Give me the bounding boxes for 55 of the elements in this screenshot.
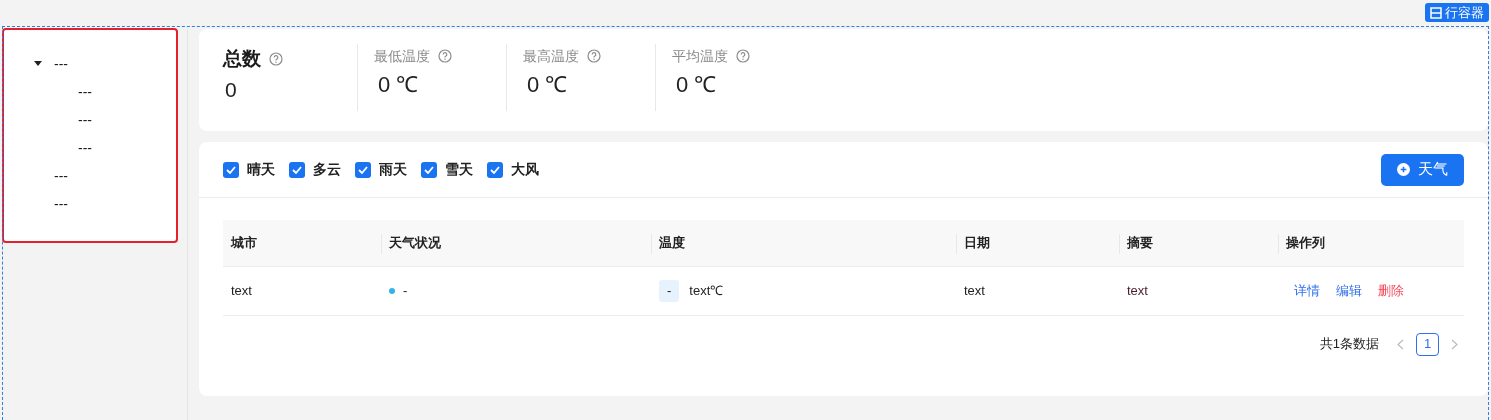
column-header: 城市 xyxy=(231,234,257,253)
table-cell: text xyxy=(964,283,985,299)
checkbox-label[interactable]: 雨天 xyxy=(379,159,407,180)
stat-label: 最高温度 xyxy=(523,46,579,66)
tree-item[interactable]: --- xyxy=(78,81,92,103)
checkbox-label[interactable]: 大风 xyxy=(511,159,539,180)
checkbox[interactable] xyxy=(223,161,239,178)
checkbox-label[interactable]: 雪天 xyxy=(445,159,473,180)
help-icon[interactable] xyxy=(736,49,750,63)
action-link[interactable]: 删除 xyxy=(1378,281,1404,301)
table-cell: text xyxy=(1127,283,1148,299)
tree-item[interactable]: --- xyxy=(78,137,92,159)
stat-value: 0 ℃ xyxy=(377,71,420,99)
checkmark-icon xyxy=(424,165,434,174)
tree-item[interactable]: --- xyxy=(78,109,92,131)
stat-value: 0 ℃ xyxy=(526,71,569,99)
tree-item[interactable]: --- xyxy=(54,165,68,187)
checkbox-label[interactable]: 晴天 xyxy=(247,159,275,180)
checkmark-icon xyxy=(292,165,302,174)
action-link[interactable]: 详情 xyxy=(1294,281,1320,301)
checkbox[interactable] xyxy=(355,161,371,178)
checkmark-icon xyxy=(226,165,236,174)
page-button[interactable]: 1 xyxy=(1416,332,1439,356)
column-header: 温度 xyxy=(659,234,685,253)
total-count: 共1条数据 xyxy=(1319,335,1379,354)
column-header: 操作列 xyxy=(1286,234,1325,253)
help-icon[interactable] xyxy=(587,49,601,63)
table-cell-text: - xyxy=(403,282,408,301)
table-cell-text: text℃ xyxy=(689,282,724,301)
help-icon[interactable] xyxy=(269,52,283,66)
checkbox[interactable] xyxy=(289,161,305,178)
column-header: 天气状况 xyxy=(389,234,441,253)
column-header: 日期 xyxy=(964,234,990,253)
stat-label: 总数 xyxy=(223,46,261,71)
checkmark-icon xyxy=(358,165,368,174)
temperature-tag: - xyxy=(659,280,680,302)
layout-icon xyxy=(1430,6,1442,19)
stat-label: 最低温度 xyxy=(374,46,430,66)
caret-icon[interactable] xyxy=(34,61,42,67)
stat-value: 0 xyxy=(224,77,238,103)
checkmark-icon xyxy=(490,165,500,174)
row-container-badge: 行容器 xyxy=(1425,3,1489,22)
action-link[interactable]: 编辑 xyxy=(1336,281,1362,301)
tree-item[interactable]: --- xyxy=(54,53,68,75)
stat-value: 0 ℃ xyxy=(675,71,718,99)
checkbox-label[interactable]: 多云 xyxy=(313,159,341,180)
checkbox[interactable] xyxy=(421,161,437,178)
stat-label: 平均温度 xyxy=(672,46,728,66)
table-cell: text xyxy=(231,283,252,299)
tree-item[interactable]: --- xyxy=(54,193,68,215)
column-header: 摘要 xyxy=(1127,234,1153,253)
plus-circle-icon xyxy=(1397,163,1410,176)
help-icon[interactable] xyxy=(438,49,452,63)
add-weather-button[interactable]: 天气 xyxy=(1381,153,1464,186)
checkbox[interactable] xyxy=(487,161,503,178)
